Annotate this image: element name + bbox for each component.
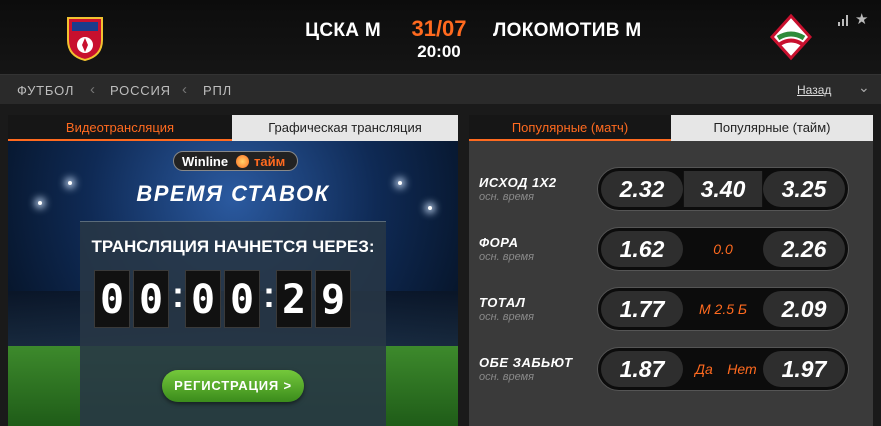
timer-colon: : (263, 274, 275, 315)
countdown-board: ТРАНСЛЯЦИЯ НАЧНЕТСЯ ЧЕРЕЗ: 0 0 : 0 0 : 2… (80, 221, 386, 426)
timer-digit: 9 (315, 270, 351, 328)
odds-away[interactable]: 3.25 (763, 171, 845, 207)
market-name: ОБЕ ЗАБЬЮТ (479, 355, 573, 370)
away-team-name[interactable]: ЛОКОМОТИВ М (493, 20, 641, 42)
timer-digit: 2 (276, 270, 312, 328)
market-name: ИСХОД 1Х2 (479, 175, 557, 190)
match-page: ЦСКА М 31/07 20:00 ЛОКОМОТИВ М ★ ФУТБОЛ … (0, 0, 881, 426)
tab-popular-match[interactable]: Популярные (матч) (469, 115, 671, 141)
market-handicap: ФОРА осн. время 1.62 0.0 2.26 (469, 227, 873, 277)
odds-under[interactable]: 1.77 (601, 291, 683, 327)
stadium-background: Winline тайм ВРЕМЯ СТАВОК ТРАНСЛЯЦИЯ НАЧ… (8, 141, 458, 426)
odds-group: 1.87 Да Нет 1.97 (597, 347, 849, 391)
tab-popular-half[interactable]: Популярные (тайм) (671, 115, 873, 141)
brand-name: Winline (182, 154, 229, 169)
match-time: 20:00 (417, 42, 461, 61)
register-button[interactable]: РЕГИСТРАЦИЯ > (162, 370, 304, 402)
market-name: ТОТАЛ (479, 295, 526, 310)
breadcrumb-item-rpl[interactable]: РПЛ (203, 83, 232, 98)
breadcrumb-item-russia[interactable]: РОССИЯ (110, 83, 171, 98)
timer-colon: : (172, 274, 184, 315)
cska-logo-icon (67, 17, 103, 62)
handicap-value: 0.0 (713, 241, 733, 257)
breadcrumb-item-football[interactable]: ФУТБОЛ (17, 83, 74, 98)
label-no: Нет (727, 361, 757, 377)
timer-digit: 0 (185, 270, 221, 328)
back-link[interactable]: Назад (797, 83, 831, 97)
slogan: ВРЕМЯ СТАВОК (136, 181, 330, 206)
match-header: ЦСКА М 31/07 20:00 ЛОКОМОТИВ М ★ (0, 0, 881, 74)
home-team-name[interactable]: ЦСКА М (305, 20, 381, 42)
odds-group: 2.32 3.40 3.25 (597, 167, 849, 211)
betting-panel: Популярные (матч) Популярные (тайм) ИСХО… (469, 115, 873, 426)
lokomotiv-logo-icon (769, 13, 813, 61)
timer-digit: 0 (133, 270, 169, 328)
countdown-timer: 0 0 : 0 0 : 2 9 (94, 270, 376, 330)
chevron-left-icon: ‹ (182, 81, 187, 98)
ball-icon (236, 155, 249, 168)
brand-suffix: тайм (254, 154, 286, 169)
market-period: осн. время (479, 191, 535, 203)
odds-yes[interactable]: 1.87 (601, 351, 683, 387)
total-value: М 2.5 Б (698, 301, 747, 317)
market-name: ФОРА (479, 235, 519, 250)
countdown-caption: ТРАНСЛЯЦИЯ НАЧНЕТСЯ ЧЕРЕЗ: (91, 237, 375, 256)
chevron-down-icon[interactable]: ⌄ (858, 79, 870, 96)
market-outcome: ИСХОД 1Х2 осн. время 2.32 3.40 3.25 (469, 167, 873, 217)
market-period: осн. время (479, 311, 535, 323)
match-date: 31/07 (411, 16, 467, 41)
odds-no[interactable]: 1.97 (763, 351, 845, 387)
favorite-star-icon[interactable]: ★ (855, 10, 868, 28)
market-both-score: ОБЕ ЗАБЬЮТ осн. время 1.87 Да Нет 1.97 (469, 347, 873, 397)
odds-group: 1.77 М 2.5 Б 2.09 (597, 287, 849, 331)
timer-digit: 0 (94, 270, 130, 328)
stats-icon[interactable] (838, 14, 850, 26)
tab-video[interactable]: Видеотрансляция (8, 115, 232, 141)
tab-graphic[interactable]: Графическая трансляция (232, 115, 458, 141)
market-period: осн. время (479, 251, 535, 263)
odds-over[interactable]: 2.09 (763, 291, 845, 327)
video-panel: Видеотрансляция Графическая трансляция W… (8, 115, 458, 426)
timer-digit: 0 (224, 270, 260, 328)
label-yes: Да (695, 361, 713, 377)
market-total: ТОТАЛ осн. время 1.77 М 2.5 Б 2.09 (469, 287, 873, 337)
breadcrumb: ФУТБОЛ ‹ РОССИЯ ‹ РПЛ Назад ⌄ (0, 74, 881, 104)
market-period: осн. время (479, 371, 535, 383)
odds-draw[interactable]: 3.40 (683, 171, 763, 207)
brand-badge: Winline тайм (173, 151, 298, 171)
odds-left[interactable]: 1.62 (601, 231, 683, 267)
odds-right[interactable]: 2.26 (763, 231, 845, 267)
odds-group: 1.62 0.0 2.26 (597, 227, 849, 271)
odds-home[interactable]: 2.32 (601, 171, 683, 207)
chevron-left-icon: ‹ (90, 81, 95, 98)
